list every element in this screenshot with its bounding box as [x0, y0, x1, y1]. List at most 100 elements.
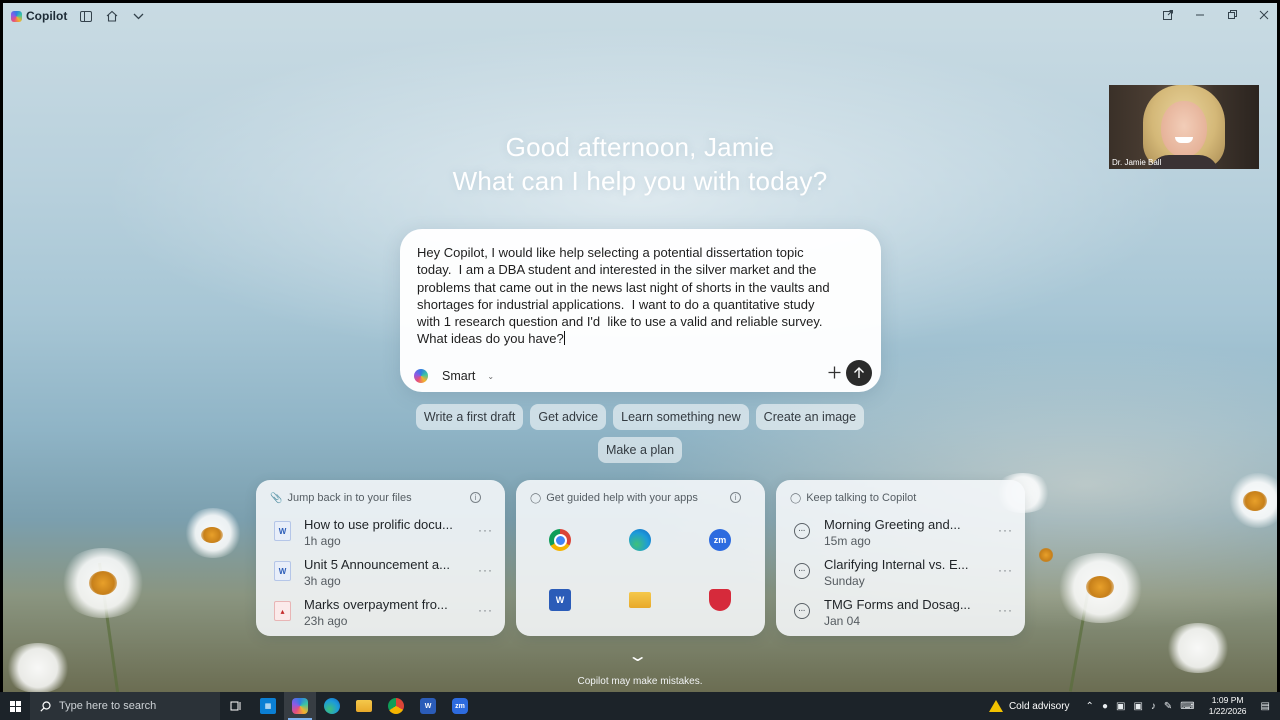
suggestion-chips-row-2: Make a plan — [3, 437, 1277, 463]
weather-widget[interactable]: Cold advisory — [988, 700, 1070, 712]
more-options-icon[interactable]: ··· — [478, 603, 493, 617]
edge-icon — [324, 698, 340, 714]
taskbar-zoom[interactable]: zm — [444, 692, 476, 720]
taskbar-store[interactable]: ▦ — [252, 692, 284, 720]
copilot-icon — [292, 698, 308, 714]
chat-time: Jan 04 — [824, 614, 861, 628]
taskbar-file-explorer[interactable] — [348, 692, 380, 720]
word-file-icon: W — [274, 521, 291, 541]
chrome-icon — [388, 698, 404, 714]
minimize-icon[interactable] — [1193, 10, 1207, 23]
chip-create-image[interactable]: Create an image — [755, 404, 865, 430]
sidebar-icon[interactable] — [79, 9, 93, 23]
add-attachment-button[interactable] — [828, 364, 841, 382]
network-icon[interactable]: ▣ — [1133, 701, 1142, 712]
list-item[interactable]: ▴ Marks overpayment fro... 23h ago ··· — [270, 597, 495, 631]
restore-icon[interactable] — [1225, 9, 1239, 23]
greeting: Good afternoon, Jamie What can I help yo… — [3, 130, 1277, 198]
files-card: 📎 Jump back in to your files i W How to … — [256, 480, 505, 636]
text-caret — [563, 331, 565, 346]
home-icon[interactable] — [105, 9, 119, 23]
chip-learn-something-new[interactable]: Learn something new — [613, 404, 749, 430]
scroll-down-chevron-icon[interactable]: ⌄ — [627, 646, 648, 666]
taskbar-edge[interactable] — [316, 692, 348, 720]
app-grid: zm W — [540, 526, 740, 626]
chats-card-title: Keep talking to Copilot — [806, 492, 917, 504]
chat-time: Sunday — [824, 574, 865, 588]
plus-icon — [828, 366, 841, 379]
files-card-header: 📎 Jump back in to your files — [270, 492, 412, 504]
clock[interactable]: 1:09 PM 1/22/2026 — [1209, 695, 1247, 717]
shield-icon[interactable] — [709, 589, 731, 611]
close-icon[interactable] — [1257, 10, 1271, 23]
start-button[interactable] — [0, 692, 30, 720]
taskbar-search[interactable]: Type here to search — [30, 692, 220, 720]
taskbar-copilot[interactable] — [284, 692, 316, 720]
more-options-icon[interactable]: ··· — [478, 523, 493, 537]
taskbar-chrome[interactable] — [380, 692, 412, 720]
volume-icon[interactable]: ♪ — [1151, 701, 1156, 712]
chrome-icon[interactable] — [549, 529, 571, 551]
mode-selector[interactable]: Smart ⌄ — [414, 369, 494, 383]
files-card-title: Jump back in to your files — [287, 492, 412, 504]
list-item[interactable]: ··· Clarifying Internal vs. E... Sunday … — [790, 557, 1015, 591]
copilot-logo-icon — [11, 10, 22, 22]
list-item[interactable]: W How to use prolific docu... 1h ago ··· — [270, 517, 495, 551]
file-time: 1h ago — [304, 534, 341, 548]
clock-date: 1/22/2026 — [1208, 706, 1247, 716]
chevron-up-icon[interactable]: ⌃ — [1086, 701, 1094, 712]
more-options-icon[interactable]: ··· — [998, 563, 1013, 577]
list-item[interactable]: W Unit 5 Announcement a... 3h ago ··· — [270, 557, 495, 591]
new-window-icon[interactable] — [1161, 9, 1175, 23]
word-icon[interactable]: W — [549, 589, 571, 611]
more-options-icon[interactable]: ··· — [998, 523, 1013, 537]
window-controls — [1161, 3, 1271, 29]
keyboard-icon[interactable]: ⌨ — [1180, 701, 1194, 712]
pdf-file-icon: ▴ — [274, 601, 291, 621]
prompt-input[interactable]: Hey Copilot, I would like help selecting… — [417, 244, 867, 348]
app-name: Copilot — [26, 9, 68, 23]
task-view-button[interactable] — [220, 692, 252, 720]
pen-icon[interactable]: ✎ — [1164, 701, 1172, 712]
taskbar-word[interactable]: W — [412, 692, 444, 720]
apps-card: ◯ Get guided help with your apps i zm W — [516, 480, 765, 636]
info-icon[interactable]: i — [730, 492, 741, 503]
chip-get-advice[interactable]: Get advice — [530, 404, 607, 430]
send-button[interactable] — [846, 360, 872, 386]
word-icon: W — [420, 698, 436, 714]
zoom-icon: zm — [452, 698, 468, 714]
chip-make-plan[interactable]: Make a plan — [597, 437, 683, 463]
zoom-icon[interactable]: zm — [709, 529, 731, 551]
chat-title: TMG Forms and Dosag... — [824, 597, 971, 612]
file-time: 3h ago — [304, 574, 341, 588]
file-time: 23h ago — [304, 614, 348, 628]
chat-icon: ··· — [794, 603, 810, 619]
list-item[interactable]: ··· TMG Forms and Dosag... Jan 04 ··· — [790, 597, 1015, 631]
suggestion-chips-row-1: Write a first draft Get advice Learn som… — [3, 404, 1277, 430]
chevron-down-icon[interactable] — [131, 9, 145, 23]
file-title: Marks overpayment fro... — [304, 597, 448, 612]
more-options-icon[interactable]: ··· — [998, 603, 1013, 617]
chat-icon: ··· — [794, 523, 810, 539]
more-options-icon[interactable]: ··· — [478, 563, 493, 577]
chevron-down-icon: ⌄ — [487, 371, 495, 381]
file-explorer-icon[interactable] — [629, 592, 651, 608]
chat-bubble-icon: ◯ — [790, 492, 802, 504]
folder-icon — [356, 700, 372, 712]
copilot-mode-icon — [414, 369, 428, 383]
notifications-icon[interactable]: ▤ — [1261, 701, 1270, 712]
edge-icon[interactable] — [629, 529, 651, 551]
system-tray: Cold advisory ⌃ ● ▣ ▣ ♪ ✎ ⌨ 1:09 PM 1/22… — [988, 692, 1280, 720]
copilot-window: Copilot Dr. Jamie Ball Good afternoon, J… — [3, 3, 1277, 692]
info-icon[interactable]: i — [470, 492, 481, 503]
camera-icon[interactable]: ▣ — [1116, 701, 1125, 712]
disclaimer: Copilot may make mistakes. — [577, 676, 703, 687]
list-item[interactable]: ··· Morning Greeting and... 15m ago ··· — [790, 517, 1015, 551]
app-logo: Copilot — [11, 9, 67, 23]
search-placeholder: Type here to search — [59, 700, 157, 712]
chip-write-first-draft[interactable]: Write a first draft — [415, 404, 524, 430]
microphone-icon[interactable]: ● — [1102, 701, 1108, 712]
chat-icon: ··· — [794, 563, 810, 579]
arrow-up-icon — [854, 367, 864, 378]
chat-time: 15m ago — [824, 534, 871, 548]
